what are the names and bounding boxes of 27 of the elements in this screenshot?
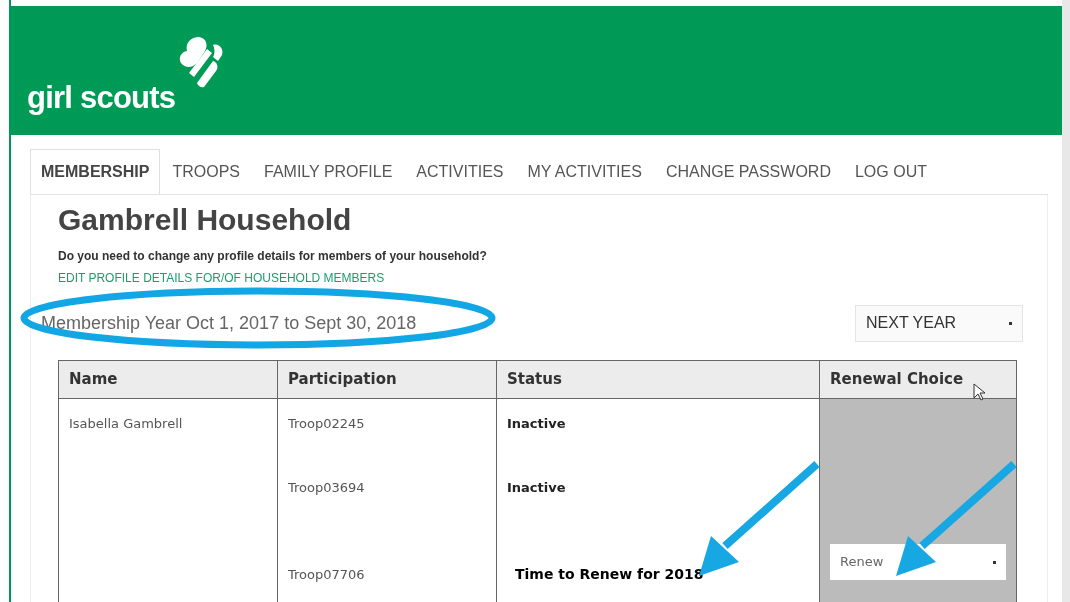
nav-tab[interactable]: TROOPS	[160, 149, 252, 194]
membership-year-text: Membership Year Oct 1, 2017 to Sept 30, 2018	[41, 311, 417, 335]
profile-question: Do you need to change any profile details for members of your household?	[58, 247, 488, 265]
caret-icon	[993, 560, 996, 564]
column-header: Renewal Choice	[819, 360, 1017, 398]
status-text: Inactive	[507, 415, 566, 431]
table-cell: Isabella Gambrell	[69, 415, 183, 431]
nav-tab[interactable]: MY ACTIVITIES	[515, 149, 654, 194]
status-text: Time to Renew for 2018	[514, 566, 704, 582]
status-text: Inactive	[507, 480, 566, 495]
table-cell: Troop03694	[288, 480, 365, 495]
caret-icon	[1009, 321, 1012, 325]
nav-tab[interactable]: MEMBERSHIP	[30, 149, 161, 194]
year-select[interactable]: NEXT YEAR	[855, 304, 1023, 342]
nav-tab[interactable]: ACTIVITIES	[404, 149, 516, 194]
logo-text: girl scouts	[27, 82, 176, 113]
table-cell: Troop02245	[288, 415, 365, 431]
household-title: Gambrell Household	[58, 202, 353, 238]
nav-tab[interactable]: LOG OUT	[842, 149, 939, 194]
column-header: Participation	[277, 360, 497, 398]
scrollbar[interactable]	[1062, 0, 1070, 602]
cursor-icon	[973, 383, 985, 401]
nav-tab[interactable]: FAMILY PROFILE	[252, 149, 405, 194]
table-cell: Troop07706	[288, 567, 365, 582]
nav-tab[interactable]: CHANGE PASSWORD	[653, 149, 843, 194]
column-header: Name	[58, 360, 278, 398]
column-header: Status	[496, 360, 820, 398]
